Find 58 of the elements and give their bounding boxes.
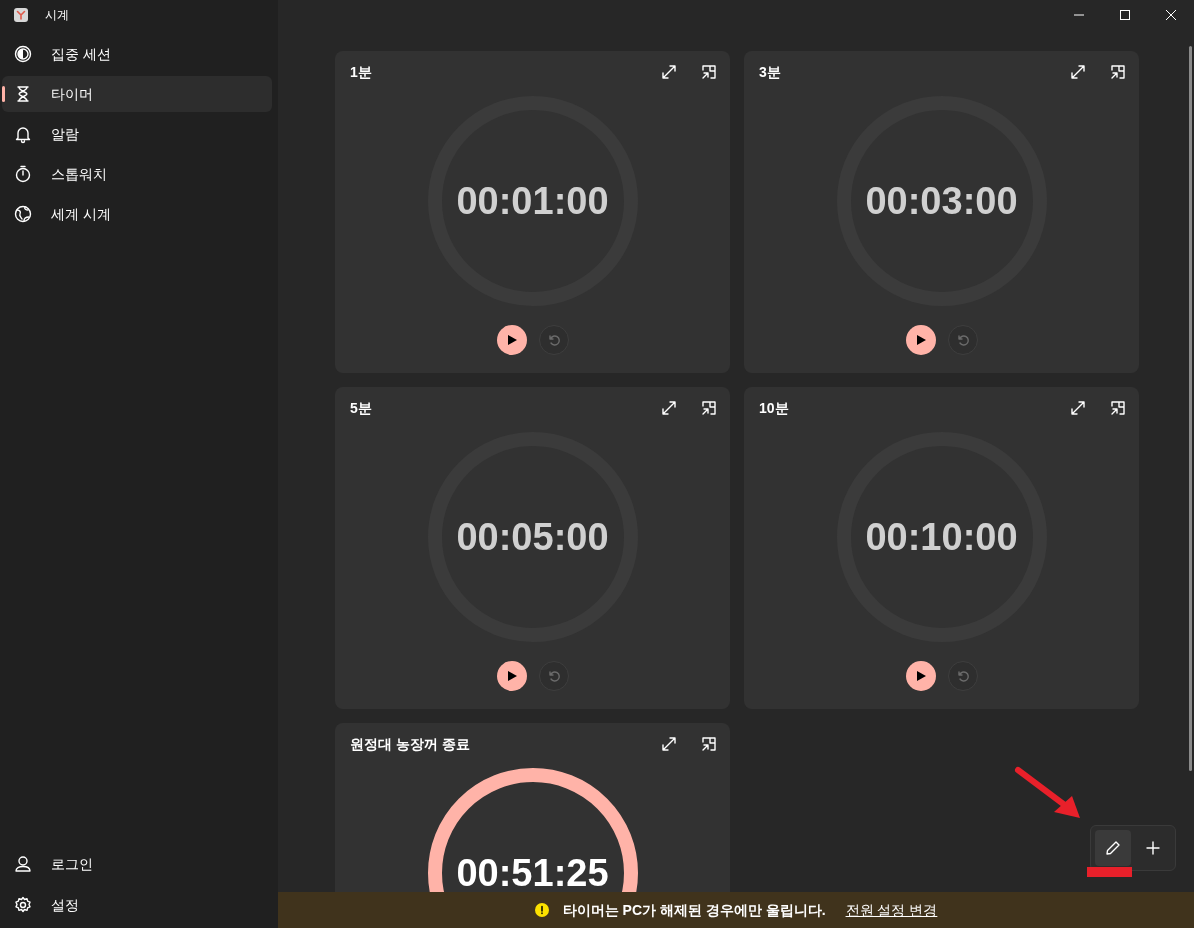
notification-message: 타이머는 PC가 해제된 경우에만 울립니다. (562, 900, 826, 920)
play-icon (505, 670, 518, 682)
play-icon (914, 670, 927, 682)
maximize-icon (1119, 9, 1131, 21)
timer-title: 3분 (759, 62, 781, 82)
nav-item[interactable]: 집중 세션 (2, 36, 272, 72)
nav-item[interactable]: 로그인 (2, 846, 272, 882)
plus-icon (1146, 841, 1160, 855)
timer-time: 00:05:00 (456, 514, 609, 560)
compact-overlay-icon (1110, 400, 1126, 416)
focus-icon (13, 44, 33, 64)
stopwatch-icon (13, 164, 33, 184)
selection-indicator (2, 86, 5, 102)
reset-icon (955, 669, 970, 683)
app-logo-icon (13, 7, 29, 23)
timer-title: 10분 (759, 398, 789, 418)
compact-overlay-icon (701, 736, 717, 752)
compact-overlay-icon (701, 400, 717, 416)
timer-time: 00:03:00 (865, 178, 1018, 224)
warning-icon (534, 903, 549, 917)
annotation-underline (1087, 867, 1132, 877)
expand-icon (1070, 64, 1086, 80)
timer-title: 원정대 농장꺼 종료 (350, 734, 470, 754)
expand-icon (661, 736, 677, 752)
reset-icon (546, 669, 561, 683)
play-button[interactable] (496, 661, 527, 691)
nav-item[interactable]: 타이머 (2, 76, 272, 112)
edit-button[interactable] (1095, 830, 1131, 866)
play-button[interactable] (496, 325, 527, 355)
play-icon (505, 334, 518, 346)
person-icon (13, 854, 33, 874)
play-button[interactable] (905, 661, 936, 691)
timer-title: 5분 (350, 398, 372, 418)
globe-icon (13, 204, 33, 224)
power-settings-link[interactable]: 전원 설정 변경 (845, 899, 938, 921)
timer-time: 00:01:00 (456, 178, 609, 224)
close-icon (1165, 9, 1177, 21)
nav-item[interactable]: 알람 (2, 116, 272, 152)
play-icon (914, 334, 927, 346)
window-title: 시계 (45, 7, 69, 24)
timer-title: 1분 (350, 62, 372, 82)
compact-overlay-icon (701, 64, 717, 80)
pencil-icon (1105, 840, 1121, 856)
settings-icon (13, 895, 33, 915)
timer-time: 00:51:25 (456, 850, 609, 896)
compact-overlay-icon (1110, 64, 1126, 80)
nav-item[interactable]: 세계 시계 (2, 196, 272, 232)
expand-icon (1070, 400, 1086, 416)
play-button[interactable] (905, 325, 936, 355)
reset-icon (955, 333, 970, 347)
expand-icon (661, 64, 677, 80)
timer-time: 00:10:00 (865, 514, 1018, 560)
reset-icon (546, 333, 561, 347)
scrollbar-thumb[interactable] (1189, 46, 1192, 771)
bell-icon (13, 124, 33, 144)
nav-item[interactable]: 설정 (2, 887, 272, 923)
expand-icon (661, 400, 677, 416)
nav-item[interactable]: 스톱워치 (2, 156, 272, 192)
